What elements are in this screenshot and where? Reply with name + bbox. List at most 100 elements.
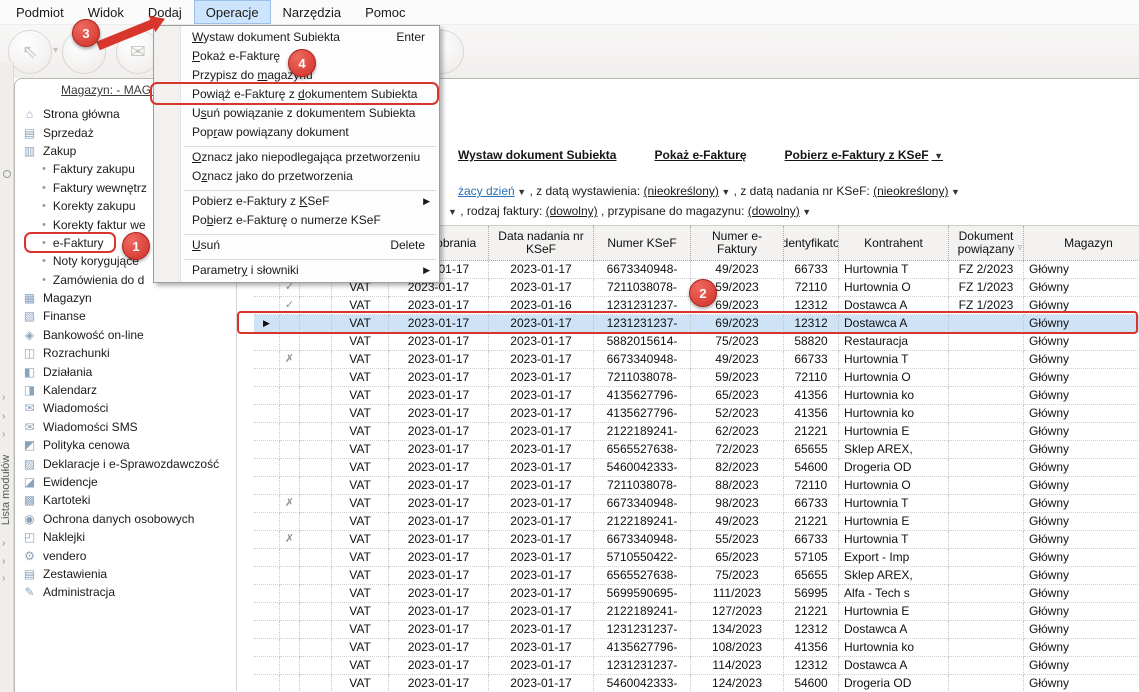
menubar-item-dodaj[interactable]: Dodaj (136, 0, 194, 24)
menu-item[interactable]: Powiąż e-Fakturę z dokumentem Subiekta (154, 85, 439, 104)
pin-icon[interactable] (3, 170, 11, 178)
filter-dropdown-link[interactable]: (dowolny) (748, 204, 800, 218)
table-cell: 124/2023 (691, 675, 784, 692)
menu-item[interactable]: UsuńDelete (154, 236, 439, 255)
table-row[interactable]: VAT2023-01-172023-01-175882015614-75/202… (254, 333, 1139, 351)
table-cell: Hurtownia O (839, 369, 949, 387)
action-link-2[interactable]: Pokaż e-Fakturę (654, 148, 746, 162)
table-cell: 6565527638- (594, 567, 691, 585)
annotation-step-2: 2 (689, 279, 717, 307)
action-link-3[interactable]: Pobierz e-Faktury z KSeF ▼ (785, 148, 943, 162)
sidebar-item-vendero[interactable]: ⚙vendero (15, 546, 236, 564)
table-row[interactable]: ▶VAT2023-01-172023-01-171231231237-69/20… (254, 315, 1139, 333)
sidebar-item-label: e-Faktury (53, 236, 104, 250)
menu-item[interactable]: Wystaw dokument SubiektaEnter (154, 28, 439, 47)
menu-item[interactable]: Oznacz jako do przetworzenia (154, 167, 439, 186)
table-row[interactable]: VAT2023-01-172023-01-174135627796-52/202… (254, 405, 1139, 423)
column-header[interactable]: Magazyn (1024, 226, 1139, 260)
menu-item[interactable]: Usuń powiązanie z dokumentem Subiekta (154, 104, 439, 123)
menu-item[interactable]: Pobierz e-Faktury z KSeF▶ (154, 192, 439, 211)
table-cell: VAT (332, 315, 389, 333)
table-cell (949, 639, 1024, 657)
sidebar-item-polityka-cenowa[interactable]: ◩Polityka cenowa (15, 436, 236, 454)
collapse-chevron-icon[interactable]: › (2, 411, 5, 422)
table-row[interactable]: VAT2023-01-172023-01-171231231237-114/20… (254, 657, 1139, 675)
table-row[interactable]: VAT2023-01-172023-01-172122189241-62/202… (254, 423, 1139, 441)
table-cell: ✓ (280, 297, 300, 315)
table-cell: VAT (332, 585, 389, 603)
menu-shortcut: Delete (390, 236, 425, 255)
table-row[interactable]: ✗VAT2023-01-172023-01-176673340948-98/20… (254, 495, 1139, 513)
menubar-item-narzędzia[interactable]: Narzędzia (271, 0, 354, 24)
table-cell: 1231231237- (594, 297, 691, 315)
sidebar-item-naklejki[interactable]: ◰Naklejki (15, 528, 236, 546)
menubar-item-operacje[interactable]: Operacje (194, 0, 271, 24)
sidebar-item-zestawienia[interactable]: ▤Zestawienia (15, 565, 236, 583)
menu-item[interactable]: Oznacz jako niepodlegająca przetworzeniu (154, 148, 439, 167)
sidebar-item-magazyn[interactable]: ▦Magazyn (15, 289, 236, 307)
sidebar-item-kalendarz[interactable]: ◨Kalendarz (15, 381, 236, 399)
collapse-chevron-icon[interactable]: › (2, 573, 5, 584)
sidebar-item-ewidencje[interactable]: ◪Ewidencje (15, 473, 236, 491)
chevron-down-icon[interactable]: ▾ (53, 45, 58, 56)
sidebar-item-deklaracje[interactable]: ▨Deklaracje i e-Sprawozdawczość (15, 454, 236, 472)
sidebar-item-rozrachunki[interactable]: ◫Rozrachunki (15, 344, 236, 362)
sidebar-item-label: Strona główna (43, 107, 120, 121)
table-row[interactable]: VAT2023-01-172023-01-172122189241-49/202… (254, 513, 1139, 531)
sidebar-item-kartoteki[interactable]: ▩Kartoteki (15, 491, 236, 509)
table-row[interactable]: VAT2023-01-172023-01-175460042333-124/20… (254, 675, 1139, 692)
table-cell: 4135627796- (594, 639, 691, 657)
table-row[interactable]: ✗VAT2023-01-172023-01-176673340948-55/20… (254, 531, 1139, 549)
filter-dropdown-link[interactable]: (dowolny) (546, 204, 598, 218)
filter-dropdown-link[interactable]: (nieokreślony) (873, 184, 948, 198)
column-header[interactable]: Dokument powiązany▿ (949, 226, 1024, 260)
filter-dropdown-link[interactable]: żacy dzień (458, 184, 515, 198)
annotation-step-1: 1 (122, 232, 150, 260)
table-row[interactable]: VAT2023-01-172023-01-175710550422-65/202… (254, 549, 1139, 567)
table-cell (949, 405, 1024, 423)
menubar-item-podmiot[interactable]: Podmiot (4, 0, 76, 24)
table-row[interactable]: VAT2023-01-172023-01-177211038078-59/202… (254, 369, 1139, 387)
table-row[interactable]: VAT2023-01-172023-01-175460042333-82/202… (254, 459, 1139, 477)
actions-bar: Wystaw dokument Subiekta Pokaż e-Fakturę P… (458, 148, 943, 162)
table-row[interactable]: VAT2023-01-172023-01-177211038078-88/202… (254, 477, 1139, 495)
row-marker (254, 603, 280, 621)
action-link-1[interactable]: Wystaw dokument Subiekta (458, 148, 616, 162)
table-row[interactable]: VAT2023-01-172023-01-172122189241-127/20… (254, 603, 1139, 621)
collapse-chevron-icon[interactable]: › (2, 392, 5, 403)
table-row[interactable]: VAT2023-01-172023-01-174135627796-65/202… (254, 387, 1139, 405)
table-cell: Hurtownia E (839, 603, 949, 621)
sidebar-item-administracja[interactable]: ✎Administracja (15, 583, 236, 601)
menubar-item-pomoc[interactable]: Pomoc (353, 0, 417, 24)
menu-item[interactable]: Parametry i słowniki▶ (154, 261, 439, 280)
sidebar-item-dzialania[interactable]: ◧Działania (15, 362, 236, 380)
column-header[interactable]: Numer KSeF (594, 226, 691, 260)
vendero-icon: ⚙ (22, 549, 37, 563)
filter-dropdown-link[interactable]: (nieokreślony) (644, 184, 719, 198)
sidebar-item-bankowosc-online[interactable]: ◈Bankowość on-line (15, 326, 236, 344)
table-row[interactable]: VAT2023-01-172023-01-171231231237-134/20… (254, 621, 1139, 639)
table-cell: 2023-01-17 (489, 549, 594, 567)
table-cell (300, 423, 332, 441)
magazyn-icon: ▦ (22, 291, 37, 305)
column-header[interactable]: Identyfikator (784, 226, 839, 260)
table-row[interactable]: ✗VAT2023-01-172023-01-176673340948-49/20… (254, 351, 1139, 369)
collapse-chevron-icon[interactable]: › (2, 556, 5, 567)
sidebar-item-wiadomosci-sms[interactable]: ✉Wiadomości SMS (15, 418, 236, 436)
sidebar-item-label: Faktury zakupu (53, 162, 135, 176)
column-header[interactable]: Kontrahent (839, 226, 949, 260)
table-cell: 4135627796- (594, 405, 691, 423)
column-header[interactable]: Data nadania nr KSeF (489, 226, 594, 260)
sidebar-item-label: Wiadomości SMS (43, 420, 138, 434)
select-tool-button[interactable]: ⇖ (8, 30, 52, 74)
sidebar-item-ochrona-danych[interactable]: ◉Ochrona danych osobowych (15, 510, 236, 528)
table-row[interactable]: VAT2023-01-172023-01-175699590695-111/20… (254, 585, 1139, 603)
sidebar-item-wiadomosci[interactable]: ✉Wiadomości (15, 399, 236, 417)
menu-item[interactable]: Pobierz e-Fakturę o numerze KSeF (154, 211, 439, 230)
column-header[interactable]: Numer e-Faktury (691, 226, 784, 260)
menu-item[interactable]: Popraw powiązany dokument (154, 123, 439, 142)
table-row[interactable]: VAT2023-01-172023-01-176565527638-75/202… (254, 567, 1139, 585)
table-row[interactable]: VAT2023-01-172023-01-176565527638-72/202… (254, 441, 1139, 459)
sidebar-item-finanse[interactable]: ▧Finanse (15, 307, 236, 325)
table-row[interactable]: VAT2023-01-172023-01-174135627796-108/20… (254, 639, 1139, 657)
